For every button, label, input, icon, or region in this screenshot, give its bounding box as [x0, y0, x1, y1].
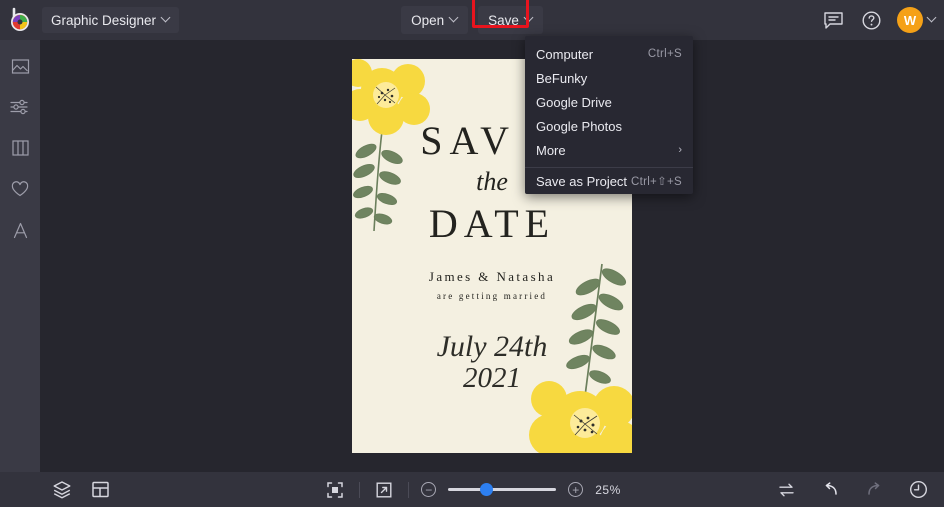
avatar: W — [897, 7, 923, 33]
swap-arrows-icon[interactable] — [774, 478, 798, 502]
save-menu-button[interactable]: Save — [478, 6, 543, 34]
toolbar-divider — [359, 481, 361, 498]
chevron-down-icon — [162, 14, 170, 22]
zoom-slider[interactable] — [448, 483, 557, 497]
sidebar-item-image-manager[interactable] — [5, 52, 35, 80]
top-right-actions: W — [821, 0, 936, 40]
menu-item-label: Google Photos — [536, 118, 623, 134]
zoom-slider-track — [448, 488, 557, 491]
open-label: Open — [411, 12, 445, 28]
sidebar-item-edit-adjust[interactable] — [5, 93, 35, 121]
design-text-event-date[interactable]: July 24th 2021 — [352, 331, 632, 393]
design-text-year: 2021 — [463, 361, 521, 394]
chevron-down-icon — [928, 14, 936, 22]
redo-arrow-icon[interactable] — [862, 478, 886, 502]
workspace-switcher[interactable]: Graphic Designer — [42, 7, 180, 33]
sidebar-item-graphics-favorites[interactable] — [5, 175, 35, 203]
menu-item-google-drive[interactable]: Google Drive — [525, 90, 693, 114]
menu-item-label: Save as Project — [536, 173, 628, 189]
bottom-toolbar: − + 25% — [0, 472, 944, 507]
toolbar-divider — [408, 481, 410, 498]
design-text-subtitle[interactable]: are getting married — [352, 291, 632, 301]
design-text-date[interactable]: DATE — [352, 204, 632, 244]
menu-item-label: Computer — [536, 46, 594, 62]
menu-item-label: BeFunky — [536, 70, 588, 86]
undo-arrow-icon[interactable] — [818, 478, 842, 502]
zoom-out-button[interactable]: − — [421, 482, 437, 497]
expand-arrow-icon[interactable] — [372, 478, 396, 502]
top-toolbar: Graphic Designer Open Save W — [0, 0, 944, 40]
sidebar-item-text-tool[interactable] — [5, 216, 35, 244]
layout-panel-icon[interactable] — [88, 478, 112, 502]
zoom-slider-thumb[interactable] — [479, 483, 493, 496]
sidebar-item-templates[interactable] — [5, 134, 35, 162]
menu-item-label: More — [536, 142, 566, 158]
open-menu-button[interactable]: Open — [401, 6, 469, 34]
chevron-down-icon — [450, 14, 458, 22]
chevron-down-icon — [525, 14, 533, 22]
workspace-label: Graphic Designer — [51, 12, 157, 28]
menu-item-shortcut: Ctrl+S — [647, 48, 682, 60]
save-dropdown-menu: Computer Ctrl+S BeFunky Google Drive Goo… — [525, 36, 693, 194]
layers-icon[interactable] — [50, 478, 74, 502]
save-button-wrapper: Save — [472, 0, 543, 34]
canvas-stage[interactable]: SAV E the DATE James & Natasha are getti… — [40, 40, 944, 472]
clock-history-icon[interactable] — [906, 478, 930, 502]
befunky-logo-icon[interactable] — [0, 0, 40, 40]
chevron-right-icon: › — [678, 144, 682, 156]
design-text-names[interactable]: James & Natasha — [352, 269, 632, 285]
bottom-left-tools — [0, 478, 112, 502]
zoom-in-button[interactable]: + — [568, 482, 584, 497]
fit-to-screen-icon[interactable] — [323, 478, 347, 502]
bottom-right-tools — [774, 478, 930, 502]
question-mark-circle-icon[interactable] — [859, 8, 883, 32]
menu-item-label: Google Drive — [536, 94, 612, 110]
menu-item-shortcut: Ctrl+⇧+S — [630, 176, 682, 188]
save-label: Save — [488, 12, 519, 28]
design-text-month-day: July 24th — [436, 330, 548, 363]
menu-item-befunky[interactable]: BeFunky — [525, 66, 693, 90]
left-tool-rail — [0, 40, 40, 472]
menu-item-google-photos[interactable]: Google Photos — [525, 114, 693, 138]
chat-bubble-icon[interactable] — [821, 8, 845, 32]
menu-item-save-as-project[interactable]: Save as Project Ctrl+⇧+S — [525, 168, 693, 194]
user-account-menu[interactable]: W — [897, 7, 936, 33]
menu-item-computer[interactable]: Computer Ctrl+S — [525, 42, 693, 66]
zoom-level-label: 25% — [595, 482, 621, 497]
menu-item-more[interactable]: More › — [525, 138, 693, 162]
befunky-graphic-designer-window: Graphic Designer Open Save W SAV E the D… — [0, 0, 944, 507]
